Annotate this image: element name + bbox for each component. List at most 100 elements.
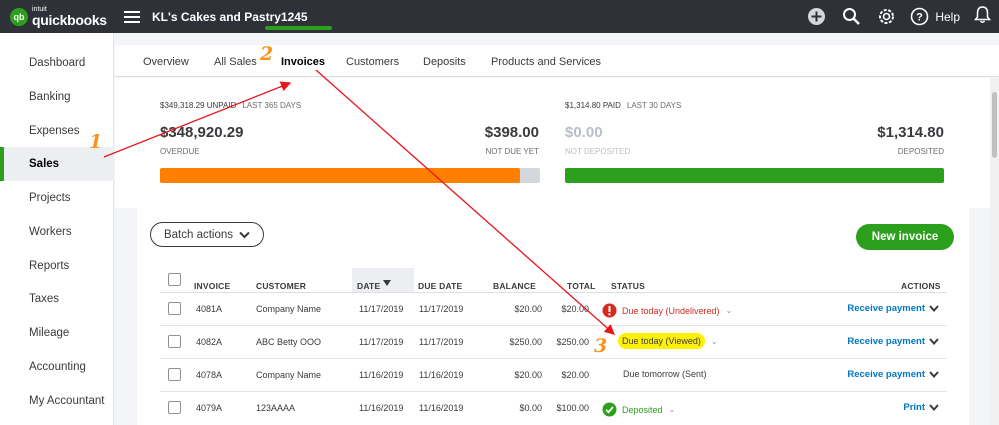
help-label: Help xyxy=(935,9,960,24)
action-label[interactable]: Receive payment xyxy=(847,369,925,380)
chevron-down-icon[interactable] xyxy=(929,305,939,312)
customer-column-header[interactable]: CUSTOMER xyxy=(256,281,306,291)
due-date: 11/16/2019 xyxy=(419,370,464,380)
invoice-number: 4081A xyxy=(196,304,223,314)
due-date: 11/16/2019 xyxy=(419,403,464,413)
notifications-bell-icon[interactable] xyxy=(973,5,992,29)
sales-tabs: Overview All Sales Invoices Customers De… xyxy=(115,45,999,77)
action-label[interactable]: Receive payment xyxy=(847,303,925,314)
paid-period: LAST 30 DAYS xyxy=(626,101,682,110)
print-action[interactable]: Print xyxy=(903,402,939,413)
action-label[interactable]: Receive payment xyxy=(847,336,925,347)
annotation-step-3: 3 xyxy=(594,335,608,357)
row-checkbox[interactable] xyxy=(168,368,181,381)
new-invoice-button[interactable]: New invoice xyxy=(856,224,954,250)
paid-bar[interactable] xyxy=(565,168,944,183)
customer-name: Company Name xyxy=(256,370,322,380)
table-row[interactable]: 4082A ABC Betty OOO 11/17/2019 11/17/201… xyxy=(160,326,947,359)
total-column-header[interactable]: TOTAL xyxy=(567,281,596,291)
total: $20.00 xyxy=(561,304,589,314)
unpaid-period: LAST 365 DAYS xyxy=(242,101,302,110)
sidebar-item-reports[interactable]: Reports xyxy=(0,249,114,283)
invoice-date: 11/17/2019 xyxy=(359,337,404,347)
quickbooks-logo[interactable]: qb intuit quickbooks xyxy=(10,6,114,27)
chevron-down-icon[interactable] xyxy=(929,371,939,378)
deposited-value[interactable]: $1,314.80 xyxy=(877,124,944,141)
select-all-checkbox[interactable] xyxy=(168,273,181,286)
tab-products-and-services[interactable]: Products and Services xyxy=(491,56,601,68)
due-date: 11/17/2019 xyxy=(419,304,464,314)
invoice-number: 4082A xyxy=(196,337,223,347)
not-deposited-value[interactable]: $0.00 xyxy=(565,124,603,141)
help-button[interactable]: ? Help xyxy=(910,7,960,26)
status-column-header[interactable]: STATUS xyxy=(611,281,645,291)
invoice-column-header[interactable]: INVOICE xyxy=(194,281,230,291)
receive-payment-action[interactable]: Receive payment xyxy=(847,369,939,380)
balance-column-header[interactable]: BALANCE xyxy=(493,281,536,291)
batch-actions-button[interactable]: Batch actions xyxy=(150,222,264,247)
gear-icon[interactable] xyxy=(877,7,896,26)
active-tab-indicator xyxy=(265,26,332,30)
sidebar-item-taxes[interactable]: Taxes xyxy=(0,282,114,316)
top-bar: qb intuit quickbooks KL's Cakes and Past… xyxy=(0,0,999,33)
row-checkbox[interactable] xyxy=(168,401,181,414)
deposited-bar-fill[interactable] xyxy=(565,168,944,183)
paid-amount: $1,314.80 PAID xyxy=(565,101,621,110)
tab-deposits[interactable]: Deposits xyxy=(423,56,466,68)
search-icon[interactable] xyxy=(842,7,861,26)
invoice-status[interactable]: Deposited ⌄ xyxy=(602,402,675,417)
sidebar-item-accounting[interactable]: Accounting xyxy=(0,350,114,384)
invoice-number: 4079A xyxy=(196,403,223,413)
money-bar-summary: $349,318.29 UNPAID LAST 365 DAYS $348,920… xyxy=(115,78,999,208)
invoice-status[interactable]: Due today (Undelivered) ⌄ xyxy=(602,303,732,318)
not-deposited-label: NOT DEPOSITED xyxy=(565,147,631,156)
table-row[interactable]: 4078A Company Name 11/16/2019 11/16/2019… xyxy=(160,359,947,392)
deposited-label: DEPOSITED xyxy=(897,147,944,156)
sidebar-item-projects[interactable]: Projects xyxy=(0,181,114,215)
sidebar-item-my-accountant[interactable]: My Accountant xyxy=(0,384,114,418)
unpaid-bar[interactable] xyxy=(160,168,540,183)
tab-all-sales[interactable]: All Sales xyxy=(214,56,257,68)
company-name: KL's Cakes and Pastry1245 xyxy=(152,9,308,24)
chevron-down-icon[interactable]: ⌄ xyxy=(726,306,733,315)
hamburger-menu-icon[interactable] xyxy=(124,8,140,26)
invoice-date: 11/17/2019 xyxy=(359,304,404,314)
chevron-down-icon[interactable] xyxy=(929,338,939,345)
chevron-down-icon[interactable]: ⌄ xyxy=(669,405,676,414)
row-checkbox[interactable] xyxy=(168,302,181,315)
invoice-status[interactable]: Due today (Viewed) ⌄ xyxy=(618,333,718,349)
chevron-down-icon[interactable]: ⌄ xyxy=(711,337,718,346)
unpaid-amount: $349,318.29 UNPAID xyxy=(160,101,237,110)
table-row[interactable]: 4081A Company Name 11/17/2019 11/17/2019… xyxy=(160,293,947,326)
alert-icon xyxy=(602,303,617,318)
row-checkbox[interactable] xyxy=(168,335,181,348)
qb-logo-icon: qb xyxy=(10,7,28,26)
not-due-value[interactable]: $398.00 xyxy=(485,124,539,141)
sidebar-item-banking[interactable]: Banking xyxy=(0,80,114,114)
invoice-date: 11/16/2019 xyxy=(359,403,404,413)
tab-customers[interactable]: Customers xyxy=(346,56,399,68)
balance: $0.00 xyxy=(519,403,542,413)
due-date-column-header[interactable]: DUE DATE xyxy=(418,281,462,291)
overdue-bar-fill[interactable] xyxy=(160,168,520,183)
receive-payment-action[interactable]: Receive payment xyxy=(847,336,939,347)
receive-payment-action[interactable]: Receive payment xyxy=(847,303,939,314)
sidebar-item-workers[interactable]: Workers xyxy=(0,215,114,249)
sort-descending-icon[interactable] xyxy=(383,280,391,286)
table-row[interactable]: 4079A 123AAAA 11/16/2019 11/16/2019 $0.0… xyxy=(160,392,947,425)
date-column-header[interactable]: DATE xyxy=(357,281,380,291)
status-text: Due tomorrow (Sent) xyxy=(623,369,707,379)
sidebar-item-dashboard[interactable]: Dashboard xyxy=(0,46,114,80)
overdue-value[interactable]: $348,920.29 xyxy=(160,124,243,141)
scrollbar-thumb[interactable] xyxy=(992,92,997,158)
invoice-status[interactable]: Due tomorrow (Sent) xyxy=(623,369,707,379)
invoice-number: 4078A xyxy=(196,370,223,380)
chevron-down-icon[interactable] xyxy=(929,404,939,411)
tab-overview[interactable]: Overview xyxy=(143,56,189,68)
action-label[interactable]: Print xyxy=(903,402,925,413)
total: $250.00 xyxy=(556,337,589,347)
sidebar-item-mileage[interactable]: Mileage xyxy=(0,316,114,350)
annotation-step-2: 2 xyxy=(260,43,274,65)
create-plus-icon[interactable] xyxy=(807,7,826,26)
tab-invoices[interactable]: Invoices xyxy=(281,56,325,68)
